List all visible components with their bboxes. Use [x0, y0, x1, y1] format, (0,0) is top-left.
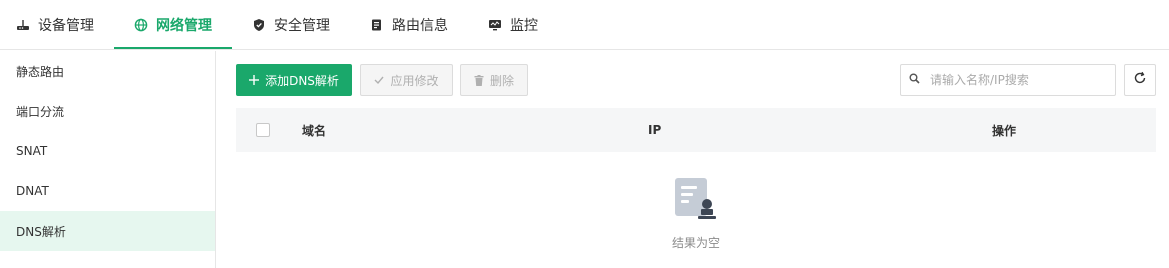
refresh-icon [1133, 71, 1147, 89]
search-box [900, 64, 1116, 96]
router-icon [16, 18, 30, 32]
empty-state-icon [672, 176, 718, 222]
tab-label: 设备管理 [38, 18, 94, 34]
apply-changes-label: 应用修改 [390, 73, 439, 88]
search-input[interactable] [930, 73, 1110, 87]
delete-button[interactable]: 删除 [460, 64, 528, 96]
tab-device-management[interactable]: 设备管理 [16, 0, 94, 50]
shield-icon [252, 18, 266, 32]
tab-label: 安全管理 [274, 18, 330, 34]
refresh-button[interactable] [1124, 64, 1156, 96]
tab-network-management[interactable]: 网络管理 [134, 0, 212, 50]
search-icon [909, 73, 920, 88]
sidebar-item-label: SNAT [16, 144, 48, 158]
trash-icon [474, 74, 484, 86]
top-navigation: 设备管理 网络管理 安全管理 路由信息 监控 [0, 0, 1169, 50]
sidebar-item-dns[interactable]: DNS解析 [0, 211, 215, 251]
column-header-ip[interactable]: IP [648, 108, 661, 152]
plus-icon [249, 75, 260, 85]
globe-icon [134, 18, 148, 32]
apply-changes-button[interactable]: 应用修改 [360, 64, 453, 96]
tab-route-info[interactable]: 路由信息 [370, 0, 448, 50]
tab-label: 监控 [510, 18, 538, 34]
sidebar-item-dnat[interactable]: DNAT [0, 171, 215, 211]
sidebar-item-label: 静态路由 [16, 64, 65, 79]
check-icon [374, 75, 385, 85]
table-header: 域名 IP 操作 [236, 108, 1156, 152]
select-all-checkbox[interactable] [256, 123, 270, 137]
tab-security-management[interactable]: 安全管理 [252, 0, 330, 50]
add-dns-button[interactable]: 添加DNS解析 [236, 64, 352, 96]
tab-monitor[interactable]: 监控 [488, 0, 538, 50]
sidebar-item-port-split[interactable]: 端口分流 [0, 91, 215, 131]
tab-label: 网络管理 [156, 18, 212, 34]
sidebar-item-label: DNAT [16, 184, 49, 198]
tab-label: 路由信息 [392, 18, 448, 34]
column-header-domain[interactable]: 域名 [302, 108, 326, 152]
active-tab-indicator [114, 47, 232, 49]
sidebar-item-label: 端口分流 [16, 104, 65, 119]
column-header-actions: 操作 [992, 123, 1017, 138]
delete-label: 删除 [489, 73, 514, 88]
monitor-icon [488, 18, 502, 32]
sidebar-item-snat[interactable]: SNAT [0, 131, 215, 171]
sidebar: 静态路由 端口分流 SNAT DNAT DNS解析 [0, 51, 216, 268]
sidebar-item-label: DNS解析 [16, 224, 66, 239]
document-icon [370, 18, 384, 32]
empty-state-text: 结果为空 [671, 236, 720, 250]
sidebar-item-static-route[interactable]: 静态路由 [0, 51, 215, 91]
add-dns-label: 添加DNS解析 [265, 73, 339, 88]
